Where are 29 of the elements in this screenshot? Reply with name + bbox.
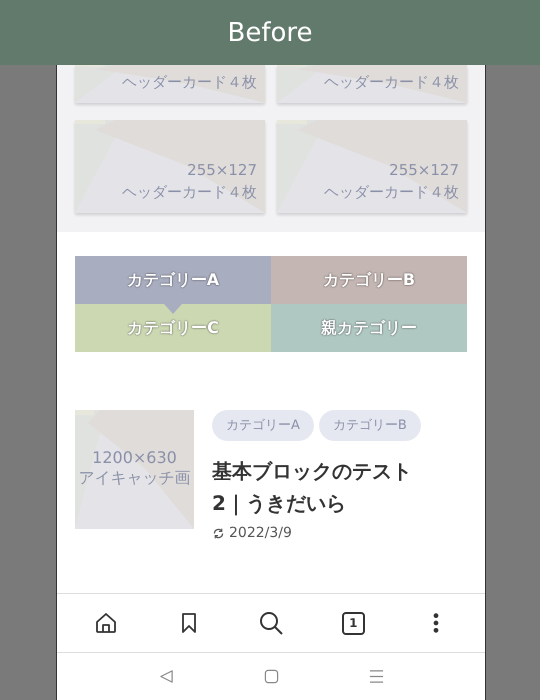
- image-size: 1200×630: [92, 448, 177, 468]
- card-label: ヘッダーカード４枚: [324, 182, 459, 203]
- post-date: 2022/3/9: [229, 525, 292, 541]
- tab-count[interactable]: 1: [342, 612, 365, 634]
- card-label: ヘッダーカード４枚: [122, 72, 257, 93]
- home-icon[interactable]: [94, 611, 118, 635]
- image-size: 255×127: [187, 160, 257, 181]
- more-icon[interactable]: [432, 612, 440, 634]
- category-tab[interactable]: カテゴリーB: [271, 256, 467, 304]
- search-icon[interactable]: [258, 610, 284, 636]
- header-card[interactable]: 255×127 ヘッダーカード４枚: [277, 120, 467, 213]
- category-tab[interactable]: 親カテゴリー: [271, 304, 467, 352]
- image-label: アイキャッチ画: [78, 468, 190, 488]
- category-tag[interactable]: カテゴリーA: [212, 410, 314, 441]
- header-card[interactable]: ヘッダーカード４枚: [277, 65, 467, 103]
- image-size: 255×127: [389, 160, 459, 181]
- card-label: ヘッダーカード４枚: [122, 182, 257, 203]
- thumbnail[interactable]: 1200×630 アイキャッチ画: [75, 410, 194, 529]
- square-icon[interactable]: [264, 669, 278, 684]
- card-label: ヘッダーカード４枚: [324, 72, 459, 93]
- menu-icon[interactable]: [368, 669, 384, 684]
- back-icon[interactable]: [158, 669, 174, 684]
- category-tab[interactable]: カテゴリーC: [75, 304, 271, 352]
- header-card[interactable]: ヘッダーカード４枚: [75, 65, 265, 103]
- post-title[interactable]: 基本ブロックのテスト2｜うきだいら: [212, 455, 417, 519]
- refresh-icon: [212, 526, 225, 540]
- category-tag[interactable]: カテゴリーB: [318, 410, 421, 441]
- page-title: Before: [227, 18, 312, 48]
- header-card[interactable]: 255×127 ヘッダーカード４枚: [75, 120, 265, 213]
